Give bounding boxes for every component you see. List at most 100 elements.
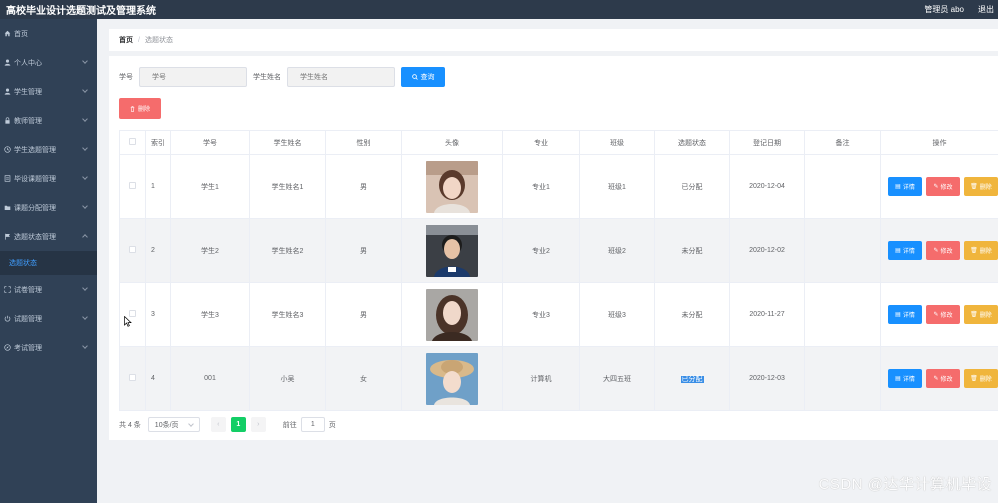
detail-button[interactable]: ▤ 详情 — [888, 177, 922, 196]
search-button[interactable]: 查询 — [401, 67, 445, 87]
chevron-down-icon — [82, 314, 88, 320]
user-icon — [3, 88, 11, 96]
batch-delete-button[interactable]: 删除 — [119, 98, 161, 119]
logout-link[interactable]: 退出 — [978, 4, 994, 15]
chevron-down-icon — [82, 203, 88, 209]
breadcrumb-current: 选题状态 — [144, 37, 173, 44]
row-select-cell — [119, 282, 146, 347]
detail-button[interactable]: ▤ 详情 — [888, 241, 922, 260]
detail-button[interactable]: ▤ 详情 — [888, 305, 922, 324]
cell-gender: 女 — [325, 346, 402, 411]
cell-gender: 男 — [325, 218, 402, 283]
expand-icon — [3, 286, 11, 294]
cell-major: 专业1 — [502, 154, 580, 219]
sidebar: 首页 个人中心 学生管理 教师管理 学生选题管理 毕设课题管理 课题分配管理 选… — [0, 19, 97, 503]
main-panel: 学号 学生姓名 查询 删除 索引 学号 学生姓名 性别 头像 专业 — [109, 56, 998, 440]
delete-label: 删除 — [979, 185, 992, 191]
sidebar-item-students[interactable]: 学生管理 — [0, 77, 97, 106]
cell-avatar — [401, 282, 503, 347]
delete-button[interactable]: 🗑 删除 — [964, 305, 998, 324]
chevron-down-icon — [82, 285, 88, 291]
cell-note — [804, 218, 881, 283]
cell-name: 学生姓名2 — [249, 218, 326, 283]
row-checkbox[interactable] — [129, 246, 136, 253]
column-header: 索引 — [145, 130, 171, 155]
trash-icon: 🗑 — [970, 376, 978, 382]
search-icon — [411, 74, 418, 80]
sidebar-item-home[interactable]: 首页 — [0, 19, 97, 48]
student-name-input[interactable] — [287, 67, 395, 87]
trash-icon: 🗑 — [970, 312, 978, 318]
delete-button[interactable]: 🗑 删除 — [964, 177, 998, 196]
goto-page-input[interactable]: 1 — [300, 417, 325, 432]
sidebar-item-student-topics[interactable]: 学生选题管理 — [0, 135, 97, 164]
sidebar-item-label: 考试管理 — [14, 344, 42, 352]
sidebar-item-label: 首页 — [14, 30, 28, 38]
pagination-total: 共 4 条 — [119, 421, 141, 429]
edit-label: 修改 — [940, 377, 953, 383]
delete-button[interactable]: 🗑 删除 — [964, 241, 998, 260]
edit-button[interactable]: ✎ 修改 — [926, 241, 960, 260]
delete-label: 删除 — [979, 313, 992, 319]
edit-button[interactable]: ✎ 修改 — [926, 177, 960, 196]
column-header: 备注 — [804, 130, 881, 155]
select-all-cell — [119, 130, 146, 155]
column-header: 学生姓名 — [249, 130, 326, 155]
page-number-current[interactable]: 1 — [230, 417, 246, 432]
chevron-right-icon: › — [257, 421, 260, 428]
edit-button[interactable]: ✎ 修改 — [926, 369, 960, 388]
delete-button[interactable]: 🗑 删除 — [964, 369, 998, 388]
sidebar-item-exams[interactable]: 考试管理 — [0, 333, 97, 362]
cell-note — [804, 282, 881, 347]
sidebar-item-label: 选题状态管理 — [14, 233, 56, 241]
sidebar-item-assignment[interactable]: 课题分配管理 — [0, 193, 97, 222]
search-button-label: 查询 — [420, 74, 435, 81]
current-user: 管理员 abo — [924, 5, 964, 14]
sidebar-item-label: 个人中心 — [14, 59, 42, 67]
edit-icon: ✎ — [933, 184, 939, 190]
cell-index: 4 — [145, 346, 171, 411]
sidebar-item-label: 教师管理 — [14, 117, 42, 125]
cell-student-no: 学生1 — [170, 154, 250, 219]
watermark: CSDN @达华计算机毕设 — [818, 476, 992, 493]
cell-actions: ▤ 详情 ✎ 修改 🗑 删除 — [880, 218, 998, 283]
student-no-input[interactable] — [139, 67, 247, 87]
sidebar-item-status-mgmt[interactable]: 选题状态管理 — [0, 222, 97, 251]
cell-index: 3 — [145, 282, 171, 347]
cell-gender: 男 — [325, 282, 402, 347]
column-header: 班级 — [579, 130, 655, 155]
chevron-down-icon — [82, 343, 88, 349]
sidebar-subitem-status[interactable]: 选题状态 — [0, 251, 97, 275]
cell-name: 学生姓名1 — [249, 154, 326, 219]
status-text-selected: 已分配 — [680, 375, 704, 383]
folder-icon — [3, 204, 11, 212]
detail-label: 详情 — [902, 313, 915, 319]
edit-label: 修改 — [940, 249, 953, 255]
document-icon — [3, 175, 11, 183]
cell-avatar — [401, 218, 503, 283]
breadcrumb-home[interactable]: 首页 — [119, 35, 133, 45]
cell-name: 小吴 — [249, 346, 326, 411]
edit-button[interactable]: ✎ 修改 — [926, 305, 960, 324]
detail-label: 详情 — [902, 377, 915, 383]
sidebar-item-questions[interactable]: 试题管理 — [0, 304, 97, 333]
row-checkbox[interactable] — [129, 182, 136, 189]
sidebar-item-profile[interactable]: 个人中心 — [0, 48, 97, 77]
row-select-cell — [119, 154, 146, 219]
table-row: 2 学生2 学生姓名2 男 专业2 班级2 未分配 2020-12-02 ▤ 详… — [119, 218, 998, 283]
detail-button[interactable]: ▤ 详情 — [888, 369, 922, 388]
home-icon — [3, 30, 11, 38]
sidebar-item-teachers[interactable]: 教师管理 — [0, 106, 97, 135]
chevron-down-icon — [82, 145, 88, 151]
flag-icon — [3, 233, 11, 241]
cell-actions: ▤ 详情 ✎ 修改 🗑 删除 — [880, 346, 998, 411]
row-checkbox[interactable] — [129, 374, 136, 381]
page-size-select[interactable]: 10条/页 — [147, 417, 200, 432]
select-all-checkbox[interactable] — [129, 138, 136, 145]
cell-class: 班级1 — [579, 154, 655, 219]
next-page-button[interactable]: › — [250, 417, 266, 432]
sidebar-item-topics[interactable]: 毕设课题管理 — [0, 164, 97, 193]
sidebar-item-papers[interactable]: 试卷管理 — [0, 275, 97, 304]
prev-page-button[interactable]: ‹ — [210, 417, 226, 432]
detail-icon: ▤ — [895, 248, 901, 254]
